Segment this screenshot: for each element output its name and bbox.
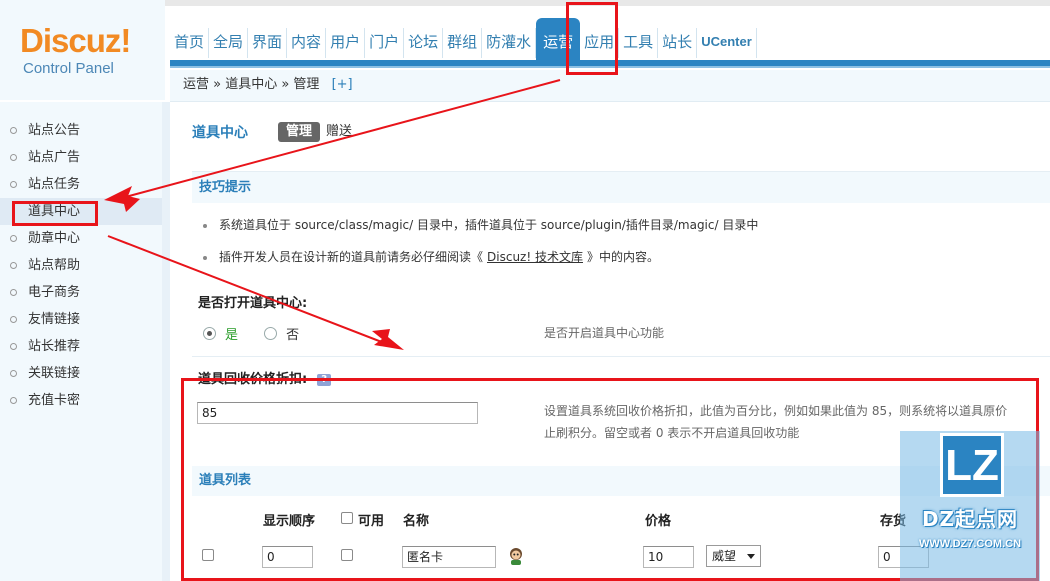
- tip-line-1: 系统道具位于 source/class/magic/ 目录中，插件道具位于 so…: [203, 216, 758, 233]
- sidebar-item-magic-center[interactable]: 道具中心: [0, 198, 162, 225]
- nav-item-users[interactable]: 用户: [326, 28, 366, 58]
- logo-brand: Discuz!: [20, 22, 131, 59]
- nav-item-forum[interactable]: 论坛: [404, 28, 444, 58]
- sidebar-item-tasks[interactable]: 站点任务: [0, 171, 162, 198]
- bullet-icon: [10, 289, 17, 296]
- sidebar-item-recommend[interactable]: 站长推荐: [0, 333, 162, 360]
- tab-gift[interactable]: 赠送: [324, 122, 360, 142]
- docs-link[interactable]: Discuz! 技术文库: [487, 250, 583, 264]
- nav-item-apps[interactable]: 应用: [580, 28, 620, 58]
- radio-no[interactable]: [264, 327, 278, 340]
- col-available-checkbox[interactable]: [341, 512, 353, 524]
- bullet-icon: [203, 223, 207, 228]
- nav-item-groups[interactable]: 群组: [443, 28, 483, 58]
- sidebar-item-help[interactable]: 站点帮助: [0, 252, 162, 279]
- nav-item-portal[interactable]: 门户: [365, 28, 405, 58]
- sidebar: 站点公告 站点广告 站点任务 道具中心 勋章中心 站点帮助 电子商务 友情链接 …: [0, 102, 162, 581]
- tip-line-2: 插件开发人员在设计新的道具前请务必仔细阅读《 Discuz! 技术文库 》中的内容。: [203, 248, 659, 265]
- sidebar-item-ecommerce[interactable]: 电子商务: [0, 279, 162, 306]
- nav-item-operations[interactable]: 运营: [536, 18, 581, 64]
- watermark: LZ DZ起点网 WWW.DZ7.COM.CN: [900, 431, 1040, 581]
- discount-input[interactable]: 85: [197, 402, 478, 424]
- page-title: 道具中心: [192, 125, 248, 141]
- help-icon[interactable]: ?: [317, 373, 332, 386]
- available-checkbox[interactable]: [341, 549, 353, 561]
- sidebar-item-cardpass[interactable]: 充值卡密: [0, 387, 162, 414]
- watermark-site: WWW.DZ7.COM.CN: [918, 538, 1022, 550]
- nav-item-antispam[interactable]: 防灌水: [482, 28, 537, 58]
- nav-item-tools[interactable]: 工具: [619, 28, 659, 58]
- nav-item-ucenter[interactable]: UCenter: [697, 28, 757, 58]
- col-price: 价格: [645, 514, 672, 529]
- sidebar-item-medals[interactable]: 勋章中心: [0, 225, 162, 252]
- bullet-icon: [10, 181, 17, 188]
- open-setting-label: 是否打开道具中心:: [198, 296, 308, 311]
- nav-item-interface[interactable]: 界面: [248, 28, 288, 58]
- discount-setting-label: 道具回收价格折扣:?: [198, 368, 332, 387]
- col-order: 显示顺序: [263, 514, 316, 529]
- price-input[interactable]: 10: [643, 546, 694, 568]
- anonymous-card-icon: [510, 548, 522, 565]
- nav-item-admin[interactable]: 站长: [658, 28, 698, 58]
- bullet-icon: [10, 370, 17, 377]
- bullet-icon: [10, 154, 17, 161]
- radio-no-label[interactable]: 否: [286, 328, 299, 343]
- radio-yes[interactable]: [203, 327, 216, 340]
- col-name: 名称: [403, 514, 430, 529]
- bullet-icon: [203, 255, 207, 260]
- sub-tabs: 管理 赠送: [278, 122, 364, 142]
- nav-bar-shadow: [170, 66, 1050, 68]
- sidebar-edge: [162, 102, 170, 581]
- order-input[interactable]: 0: [262, 546, 313, 568]
- watermark-brand: DZ起点网: [921, 507, 1019, 531]
- logo-subtitle: Control Panel: [23, 60, 114, 77]
- tips-heading: 技巧提示: [192, 171, 1050, 203]
- bullet-icon: [10, 397, 17, 404]
- nav-item-content[interactable]: 内容: [287, 28, 327, 58]
- bullet-icon: [10, 343, 17, 350]
- main-nav: 首页 全局 界面 内容 用户 门户 论坛 群组 防灌水 运营 应用 工具 站长 …: [170, 18, 757, 64]
- radio-yes-label[interactable]: 是: [225, 328, 238, 343]
- bullet-icon: [10, 262, 17, 269]
- breadcrumb: 运营 » 道具中心 » 管理 [+]: [170, 70, 1050, 102]
- sidebar-item-announcements[interactable]: 站点公告: [0, 117, 162, 144]
- bullet-icon: [10, 316, 17, 323]
- name-input[interactable]: 匿名卡: [402, 546, 496, 568]
- chevron-down-icon: [747, 554, 755, 559]
- divider: [192, 356, 1050, 357]
- nav-item-global[interactable]: 全局: [209, 28, 249, 58]
- tab-manage[interactable]: 管理: [278, 122, 321, 142]
- breadcrumb-path: 运营 » 道具中心 » 管理: [183, 77, 320, 92]
- col-available: 可用: [358, 514, 385, 529]
- bullet-icon: [10, 235, 17, 242]
- row-select-checkbox[interactable]: [202, 549, 214, 561]
- breadcrumb-toggle[interactable]: [+]: [332, 77, 353, 92]
- open-setting-radios: 是 否: [203, 324, 321, 343]
- sidebar-item-related-links[interactable]: 关联链接: [0, 360, 162, 387]
- logo[interactable]: Discuz! Control Panel: [0, 0, 165, 100]
- bullet-icon: [10, 127, 17, 134]
- top-strip: [165, 0, 1050, 6]
- currency-select[interactable]: 威望: [706, 545, 761, 567]
- sidebar-item-friend-links[interactable]: 友情链接: [0, 306, 162, 333]
- sidebar-item-ads[interactable]: 站点广告: [0, 144, 162, 171]
- nav-item-home[interactable]: 首页: [170, 28, 210, 58]
- open-setting-description: 是否开启道具中心功能: [544, 326, 665, 340]
- watermark-logo: LZ: [940, 433, 1004, 497]
